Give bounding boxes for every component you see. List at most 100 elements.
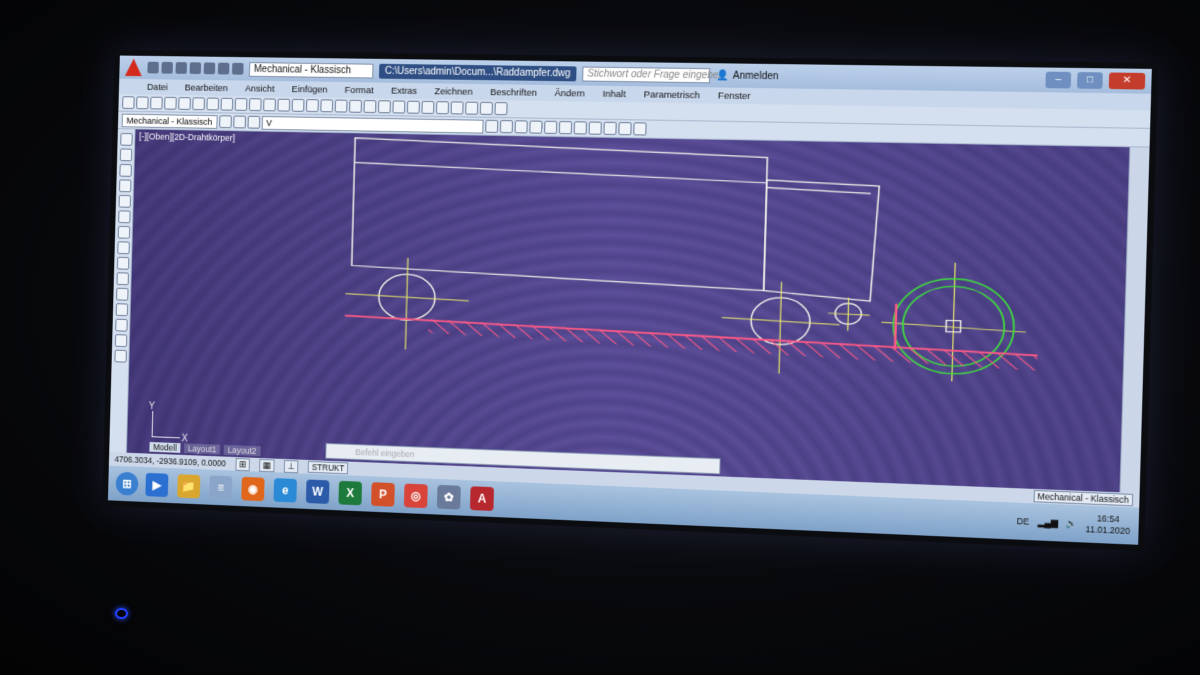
- xline-icon[interactable]: [119, 148, 132, 162]
- undo-icon[interactable]: [248, 98, 262, 112]
- modify-copy-icon[interactable]: [499, 120, 513, 134]
- print-icon[interactable]: [203, 62, 216, 75]
- workspace-combo[interactable]: Mechanical - Klassisch: [121, 113, 218, 129]
- save-icon[interactable]: [150, 96, 163, 110]
- start-button[interactable]: ⊞: [115, 471, 139, 496]
- menu-zeichnen[interactable]: Zeichnen: [434, 86, 472, 97]
- excel-taskbar-icon[interactable]: X: [338, 480, 363, 506]
- polyline-icon[interactable]: [118, 163, 132, 177]
- print-icon[interactable]: [164, 96, 177, 110]
- circle-icon[interactable]: [117, 225, 130, 239]
- line-icon[interactable]: [421, 100, 435, 114]
- volume-icon[interactable]: 🔈: [1066, 518, 1077, 530]
- menu-bearbeiten[interactable]: Bearbeiten: [185, 82, 229, 93]
- menu-parametrisch[interactable]: Parametrisch: [644, 89, 700, 101]
- modify-explode-icon[interactable]: [632, 122, 647, 136]
- open-icon[interactable]: [136, 96, 149, 110]
- firefox-taskbar-icon[interactable]: ◉: [241, 476, 265, 502]
- new-icon[interactable]: [147, 61, 159, 74]
- autocad-taskbar-icon[interactable]: A: [469, 486, 495, 512]
- tab-modell[interactable]: Modell: [149, 441, 181, 453]
- menu-aendern[interactable]: Ändern: [554, 88, 585, 99]
- windows-media-player-taskbar-icon[interactable]: ▶: [145, 472, 169, 498]
- menu-inhalt[interactable]: Inhalt: [603, 88, 626, 99]
- menu-fenster[interactable]: Fenster: [718, 90, 751, 102]
- search-input[interactable]: Stichwort oder Frage eingeben: [582, 66, 724, 83]
- internet-explorer-taskbar-icon[interactable]: e: [273, 478, 297, 503]
- arc-icon[interactable]: [117, 210, 131, 224]
- dim-angular-icon[interactable]: [406, 100, 420, 114]
- drawing-canvas[interactable]: [-][Oben][2D-Drahtkörper] Y X Modell Lay…: [126, 129, 1130, 493]
- menu-extras[interactable]: Extras: [391, 85, 417, 96]
- hatch-icon[interactable]: [494, 102, 508, 116]
- rectangle-icon[interactable]: [479, 101, 493, 115]
- login-button[interactable]: 👤 Anmelden: [716, 70, 779, 82]
- redo-icon[interactable]: [231, 62, 244, 75]
- menu-ansicht[interactable]: Ansicht: [245, 83, 275, 94]
- language-indicator[interactable]: DE: [1017, 516, 1030, 527]
- network-icon[interactable]: ▂▄▆: [1037, 516, 1057, 528]
- tab-layout1[interactable]: Layout1: [184, 443, 221, 455]
- redo-icon[interactable]: [263, 98, 276, 112]
- misc-app-taskbar-icon[interactable]: ✿: [436, 484, 461, 510]
- word-taskbar-icon[interactable]: W: [305, 479, 330, 504]
- matchprop-icon[interactable]: [234, 97, 248, 111]
- preview-icon[interactable]: [178, 97, 191, 110]
- dim-radius-icon[interactable]: [377, 100, 391, 114]
- zoom-window-icon[interactable]: [306, 99, 319, 113]
- grid-button[interactable]: ▦: [258, 458, 275, 472]
- polygon-icon[interactable]: [118, 179, 131, 193]
- menu-datei[interactable]: Datei: [147, 82, 168, 93]
- table-icon[interactable]: [114, 334, 127, 348]
- paste-icon[interactable]: [220, 97, 234, 111]
- line-icon[interactable]: [119, 132, 133, 146]
- spline-icon[interactable]: [116, 241, 130, 255]
- modify-mirror-icon[interactable]: [514, 120, 528, 134]
- modify-scale-icon[interactable]: [573, 121, 587, 135]
- bulb-icon[interactable]: [247, 115, 260, 129]
- modify-extend-icon[interactable]: [602, 121, 617, 136]
- hatch-icon[interactable]: [115, 303, 128, 317]
- layer-properties-icon[interactable]: [232, 115, 246, 129]
- modify-rotate-icon[interactable]: [558, 121, 572, 135]
- notepad-taskbar-icon[interactable]: ≡: [209, 475, 233, 500]
- undo-icon[interactable]: [217, 62, 230, 75]
- polyline-icon[interactable]: [435, 101, 449, 115]
- strukt-button[interactable]: STRUKT: [307, 460, 349, 475]
- copy-icon[interactable]: [206, 97, 220, 111]
- text-icon[interactable]: [113, 349, 127, 363]
- properties-icon[interactable]: [320, 99, 334, 113]
- circle-icon[interactable]: [450, 101, 464, 115]
- dim-linear-icon[interactable]: [349, 99, 362, 113]
- menu-einfuegen[interactable]: Einfügen: [291, 84, 327, 95]
- rectangle-icon[interactable]: [118, 194, 131, 208]
- menu-beschriften[interactable]: Beschriften: [490, 87, 537, 99]
- snap-button[interactable]: ⊞: [235, 457, 250, 471]
- arc-icon[interactable]: [465, 101, 479, 115]
- explorer-taskbar-icon[interactable]: 📁: [177, 474, 201, 499]
- block-icon[interactable]: [116, 272, 129, 286]
- powerpoint-taskbar-icon[interactable]: P: [371, 482, 395, 507]
- modify-move-icon[interactable]: [484, 119, 498, 133]
- pan-icon[interactable]: [277, 98, 291, 112]
- zoom-icon[interactable]: [291, 98, 305, 112]
- tab-layout2[interactable]: Layout2: [223, 444, 261, 457]
- region-icon[interactable]: [114, 318, 128, 332]
- chrome-taskbar-icon[interactable]: ◎: [403, 483, 428, 509]
- ellipse-icon[interactable]: [116, 256, 129, 270]
- clock[interactable]: 16:54 11.01.2020: [1085, 513, 1130, 538]
- cut-icon[interactable]: [192, 97, 205, 111]
- new-icon[interactable]: [122, 96, 135, 110]
- modify-offset-icon[interactable]: [528, 120, 543, 134]
- saveas-icon[interactable]: [189, 62, 202, 75]
- dim-diameter-icon[interactable]: [392, 100, 406, 114]
- maximize-button[interactable]: □: [1076, 72, 1103, 89]
- minimize-button[interactable]: –: [1045, 71, 1072, 89]
- modify-trim-icon[interactable]: [588, 121, 602, 135]
- menu-format[interactable]: Format: [345, 84, 374, 95]
- close-button[interactable]: ✕: [1108, 72, 1146, 90]
- modify-array-icon[interactable]: [543, 120, 557, 134]
- modify-fillet-icon[interactable]: [617, 122, 632, 136]
- autocad-logo-icon[interactable]: [125, 59, 142, 77]
- save-icon[interactable]: [175, 62, 188, 74]
